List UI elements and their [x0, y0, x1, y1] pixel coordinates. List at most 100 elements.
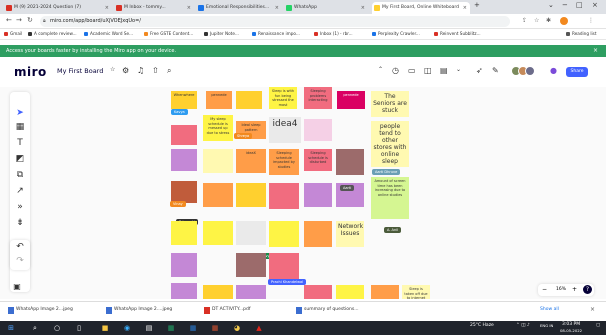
sticky-note[interactable] — [336, 149, 364, 175]
zoom-out-button[interactable]: − — [542, 284, 547, 296]
sticky-note[interactable] — [304, 221, 332, 247]
bookmark-item[interactable]: Free GSTE Content... — [144, 31, 193, 36]
sticky-note-tool-icon[interactable]: ◩ — [10, 154, 30, 164]
address-bar[interactable]: 🔒︎ miro.com/app/board/uXjVOEJxqUo=/ — [40, 16, 510, 27]
sticky-note[interactable]: Sleep is with fun being stressed the mos… — [269, 87, 297, 109]
browser-tab-2[interactable]: M Inbox - tommy... × — [114, 2, 194, 14]
undo-icon[interactable]: ↶ — [10, 242, 30, 252]
edge-icon[interactable]: ◉ — [122, 323, 132, 333]
forward-icon[interactable]: → — [16, 16, 22, 24]
sticky-note[interactable] — [236, 183, 266, 207]
sticky-note[interactable] — [171, 125, 197, 145]
menu-icon[interactable]: ⋮ — [588, 17, 594, 24]
bookmark-item[interactable]: Gmail — [4, 31, 22, 36]
show-all-downloads[interactable]: Show all — [540, 307, 559, 312]
sticky-note[interactable]: Amount of screen time has been increasin… — [371, 177, 409, 219]
new-tab-icon[interactable]: + — [474, 1, 480, 9]
powerpoint-icon[interactable]: ▦ — [210, 323, 220, 333]
sticky-note[interactable] — [171, 253, 197, 277]
templates-icon[interactable]: ▦ — [10, 122, 30, 132]
sticky-note[interactable]: Sleeping schedule is disturbed — [304, 149, 332, 171]
sticky-note[interactable] — [336, 285, 364, 299]
tray-icons[interactable]: ⌃ ◫ ♪ — [516, 323, 530, 328]
share-button[interactable]: Share — [566, 67, 588, 77]
sticky-note[interactable] — [304, 119, 332, 141]
more-tools-icon[interactable]: » — [10, 202, 30, 212]
sticky-note[interactable] — [371, 285, 399, 299]
bell-icon[interactable]: ♫ — [137, 66, 144, 75]
sticky-note[interactable]: people tend to other stores with online … — [371, 121, 409, 167]
sticky-note[interactable]: Whenwhere — [171, 91, 197, 109]
clock-date[interactable]: 08-05-2022 — [560, 328, 582, 333]
download-item[interactable]: WhatsApp Image 2....jpeg — [106, 307, 172, 314]
clock-time[interactable]: 3:03 PM — [562, 322, 580, 327]
maximize-icon[interactable]: □ — [576, 1, 583, 9]
download-item[interactable]: DT ACTIVITY...pdf — [204, 307, 250, 314]
back-icon[interactable]: ← — [6, 16, 12, 24]
bookmark-item[interactable]: Jupiter Note... — [204, 31, 239, 36]
sticky-note[interactable] — [236, 285, 266, 299]
sticky-note[interactable]: Network Issues — [336, 221, 364, 247]
close-tab-icon[interactable]: × — [187, 2, 191, 14]
bookmark-item[interactable]: Reinvent Subblitz... — [434, 31, 481, 36]
zoom-level[interactable]: 16% — [556, 284, 566, 296]
search-icon[interactable]: ⌕ — [167, 66, 171, 76]
bookmark-item[interactable]: Academic Word Se... — [84, 31, 133, 36]
chevron-up-icon[interactable]: ⌃ — [378, 66, 383, 73]
sticky-note[interactable]: pennede — [337, 91, 365, 109]
sticky-note[interactable]: ideaX — [236, 149, 266, 173]
bookmark-item[interactable]: A complete review... — [28, 31, 77, 36]
windows-start-icon[interactable]: ⊞ — [6, 323, 16, 333]
notification-icon[interactable]: ▢ — [596, 323, 600, 328]
tab-search-icon[interactable]: ⌄ — [548, 1, 554, 9]
language-indicator[interactable]: ENG IN — [540, 323, 553, 328]
bookmark-star-icon[interactable]: ☆ — [534, 17, 539, 24]
profile-avatar[interactable] — [560, 17, 568, 25]
sticky-note[interactable]: Sleeping schedule impacted by studies — [269, 149, 299, 175]
sticky-note[interactable] — [236, 253, 266, 277]
search-icon[interactable]: ⌕ — [30, 323, 40, 333]
sticky-note[interactable] — [236, 221, 266, 245]
collaborator-avatars[interactable] — [511, 66, 541, 78]
chat-icon[interactable]: ◫ — [424, 66, 432, 75]
download-item[interactable]: WhatsApp Image 2...jpeg — [8, 307, 73, 314]
close-tab-icon[interactable]: × — [463, 2, 467, 14]
apps-icon[interactable]: ⇟ — [10, 218, 30, 228]
extensions-icon[interactable]: ✱ — [546, 17, 551, 24]
reload-icon[interactable]: ↻ — [27, 16, 33, 24]
file-explorer-icon[interactable]: ■ — [100, 323, 110, 333]
close-tab-icon[interactable]: × — [361, 2, 365, 14]
board-canvas[interactable]: Whenwhere pennede Sleep is with fun bein… — [0, 87, 606, 299]
reaction-icon[interactable]: ✎ — [492, 66, 499, 75]
select-tool-icon[interactable]: ➤ — [10, 108, 30, 118]
minimize-icon[interactable]: − — [562, 1, 568, 9]
bookmark-item[interactable]: Perplexity Crawler... — [372, 31, 420, 36]
sticky-note[interactable]: Sleep is taken off due to internet lag — [402, 285, 430, 299]
close-icon[interactable]: × — [590, 306, 595, 313]
close-tab-icon[interactable]: × — [105, 2, 109, 14]
user-avatar-icon[interactable]: ● — [550, 66, 557, 75]
shapes-tool-icon[interactable]: ⧉ — [10, 170, 30, 180]
close-icon[interactable]: × — [593, 45, 598, 57]
sticky-note[interactable] — [203, 221, 233, 245]
notes-icon[interactable]: ▤ — [440, 66, 448, 75]
star-icon[interactable]: ☆ — [110, 66, 115, 73]
task-view-icon[interactable]: ▯ — [74, 323, 84, 333]
zoom-in-button[interactable]: + — [572, 284, 577, 296]
sticky-note[interactable] — [171, 149, 197, 171]
sticky-note[interactable] — [171, 283, 197, 299]
share-page-icon[interactable]: ⇪ — [522, 17, 527, 24]
redo-icon[interactable]: ↷ — [10, 256, 30, 266]
sticky-note[interactable] — [203, 149, 233, 173]
chrome-icon[interactable]: ◕ — [232, 323, 242, 333]
comment-icon[interactable]: ▭ — [408, 66, 416, 75]
close-window-icon[interactable]: × — [592, 1, 598, 9]
sticky-note[interactable]: idea4 — [269, 117, 301, 143]
sticky-note[interactable] — [269, 253, 299, 279]
acrobat-icon[interactable]: ▲ — [254, 323, 264, 333]
sticky-note[interactable]: pennede — [206, 91, 232, 109]
bookmark-item[interactable]: Inbox (1) - rbr... — [314, 31, 353, 36]
close-tab-icon[interactable]: × — [275, 2, 279, 14]
sticky-note[interactable] — [236, 91, 262, 109]
text-tool-icon[interactable]: T — [10, 138, 30, 148]
